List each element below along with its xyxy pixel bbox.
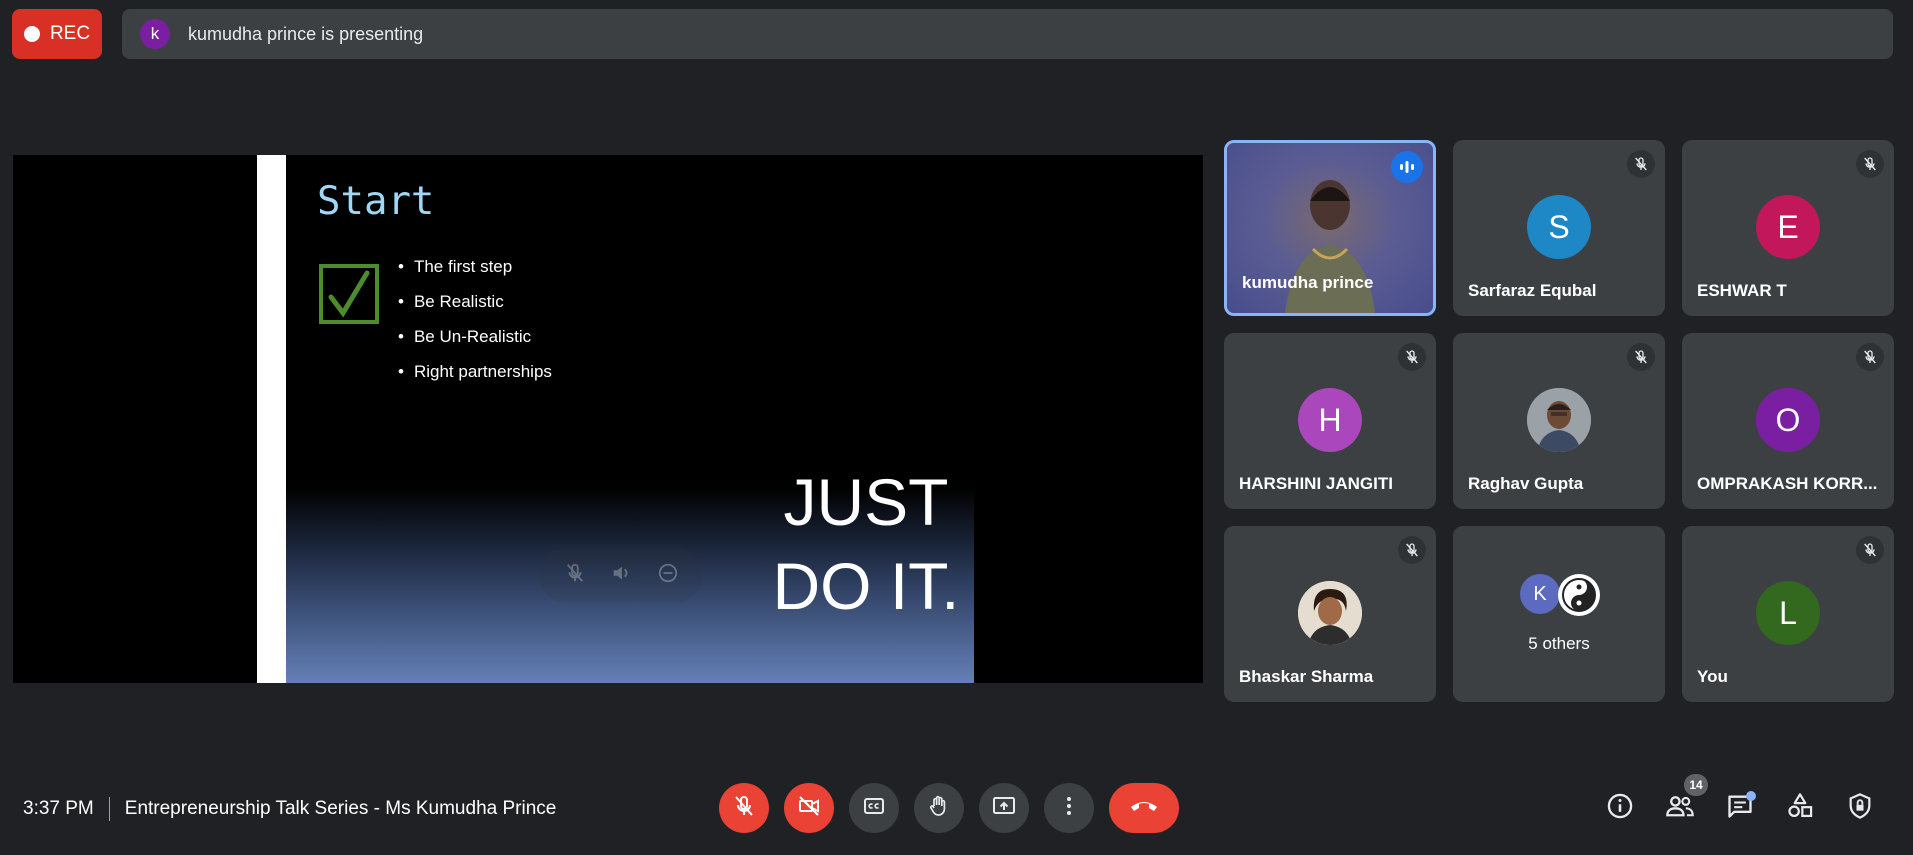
mic-off-icon — [1856, 343, 1884, 371]
others-count-label: 5 others — [1528, 634, 1590, 653]
slide-big-line-1: JUST — [783, 465, 949, 539]
participant-name: ESHWAR T — [1697, 281, 1787, 300]
volume-icon[interactable] — [610, 562, 632, 589]
hand-icon — [927, 794, 951, 823]
mic-off-icon — [732, 794, 756, 823]
present-screen-icon — [992, 794, 1016, 823]
participant-tile-you[interactable]: L You — [1682, 526, 1894, 702]
host-controls-button[interactable] — [1843, 791, 1877, 825]
others-avatar: K — [1520, 574, 1560, 614]
participant-photo — [1527, 388, 1591, 452]
participant-photo — [1298, 581, 1362, 645]
meet-window: REC k kumudha prince is presenting Start… — [0, 0, 1913, 855]
mic-off-icon — [1398, 536, 1426, 564]
participant-avatar: O — [1756, 388, 1820, 452]
raise-hand-button[interactable] — [914, 783, 964, 833]
info-icon — [1606, 792, 1634, 825]
shield-lock-icon — [1846, 792, 1874, 825]
slide-bullet: Be Un-Realistic — [398, 319, 552, 354]
presenting-text: kumudha prince is presenting — [188, 23, 424, 44]
slide-content: Start The first step Be Realistic Be Un-… — [286, 155, 974, 683]
participant-tile-omprakash[interactable]: O OMPRAKASH KORR... — [1682, 333, 1894, 509]
participant-name: Raghav Gupta — [1468, 474, 1584, 493]
camera-toggle-button[interactable] — [784, 783, 834, 833]
presentation-stage[interactable]: Start The first step Be Realistic Be Un-… — [13, 155, 1203, 683]
mute-presentation-icon[interactable] — [564, 562, 586, 589]
participant-name: HARSHINI JANGITI — [1239, 474, 1393, 493]
participant-name: OMPRAKASH KORR... — [1697, 474, 1878, 493]
slide-title: Start — [317, 179, 435, 224]
mic-off-icon — [1627, 150, 1655, 178]
participant-tile-raghav[interactable]: Raghav Gupta — [1453, 333, 1665, 509]
rec-label: REC — [49, 23, 91, 44]
clock-time: 3:37 PM — [23, 798, 94, 819]
remove-icon[interactable] — [657, 562, 679, 589]
people-count-badge: 14 — [1684, 774, 1708, 796]
participant-avatar: H — [1298, 388, 1362, 452]
shapes-icon — [1786, 792, 1814, 825]
slide-bullet: Be Realistic — [398, 284, 552, 319]
people-button[interactable] — [1663, 791, 1697, 825]
people-icon — [1665, 792, 1695, 825]
participant-tile-others[interactable]: K 5 others — [1453, 526, 1665, 702]
slide-big-line-2: DO IT. — [772, 549, 960, 623]
participant-avatar: L — [1756, 581, 1820, 645]
more-vert-icon — [1057, 794, 1081, 823]
presenter-avatar: k — [140, 19, 170, 49]
slide-bullet: Right partnerships — [398, 354, 552, 389]
participant-name: Sarfaraz Equbal — [1468, 281, 1597, 300]
meeting-title: Entrepreneurship Talk Series - Ms Kumudh… — [124, 798, 557, 819]
mic-off-icon — [1398, 343, 1426, 371]
participant-avatar: E — [1756, 195, 1820, 259]
mic-off-icon — [1627, 343, 1655, 371]
yin-yang-icon — [1558, 574, 1600, 616]
presentation-hover-controls — [539, 548, 703, 602]
participant-avatar: S — [1527, 195, 1591, 259]
speaking-indicator-icon — [1391, 151, 1423, 183]
participant-tile-eshwar[interactable]: E ESHWAR T — [1682, 140, 1894, 316]
participant-name: kumudha prince — [1242, 273, 1374, 292]
captions-button[interactable] — [849, 783, 899, 833]
slide-big-text: JUST DO IT. — [716, 460, 1016, 628]
participant-tile-bhaskar[interactable]: Bhaskar Sharma — [1224, 526, 1436, 702]
leave-call-button[interactable] — [1109, 783, 1179, 833]
mic-off-icon — [1856, 536, 1884, 564]
presenting-banner[interactable]: k kumudha prince is presenting — [122, 9, 1893, 59]
participant-name: Bhaskar Sharma — [1239, 667, 1374, 686]
divider — [108, 797, 110, 821]
others-avatar-stack: K — [1520, 574, 1600, 618]
participant-tile-harshini[interactable]: H HARSHINI JANGITI — [1224, 333, 1436, 509]
activities-button[interactable] — [1783, 791, 1817, 825]
meeting-details-button[interactable] — [1603, 791, 1637, 825]
participant-name: You — [1697, 667, 1728, 686]
chat-notification-dot — [1746, 791, 1756, 801]
meeting-info: 3:37 PM Entrepreneurship Talk Series - M… — [23, 796, 556, 822]
record-dot-icon — [23, 26, 40, 42]
microphone-toggle-button[interactable] — [719, 783, 769, 833]
present-screen-button[interactable] — [979, 783, 1029, 833]
end-call-icon — [1128, 796, 1160, 821]
slide-bullet: The first step — [398, 249, 552, 284]
camera-off-icon — [797, 794, 821, 823]
mic-off-icon — [1856, 150, 1884, 178]
participant-tile-kumudha[interactable]: kumudha prince — [1224, 140, 1436, 316]
slide-side-strip — [257, 155, 286, 683]
participant-tile-sarfaraz[interactable]: S Sarfaraz Equbal — [1453, 140, 1665, 316]
checkmark-icon — [319, 264, 379, 324]
recording-button[interactable]: REC — [12, 9, 102, 59]
more-options-button[interactable] — [1044, 783, 1094, 833]
closed-captions-icon — [862, 794, 886, 823]
slide-bullet-list: The first step Be Realistic Be Un-Realis… — [398, 249, 552, 389]
